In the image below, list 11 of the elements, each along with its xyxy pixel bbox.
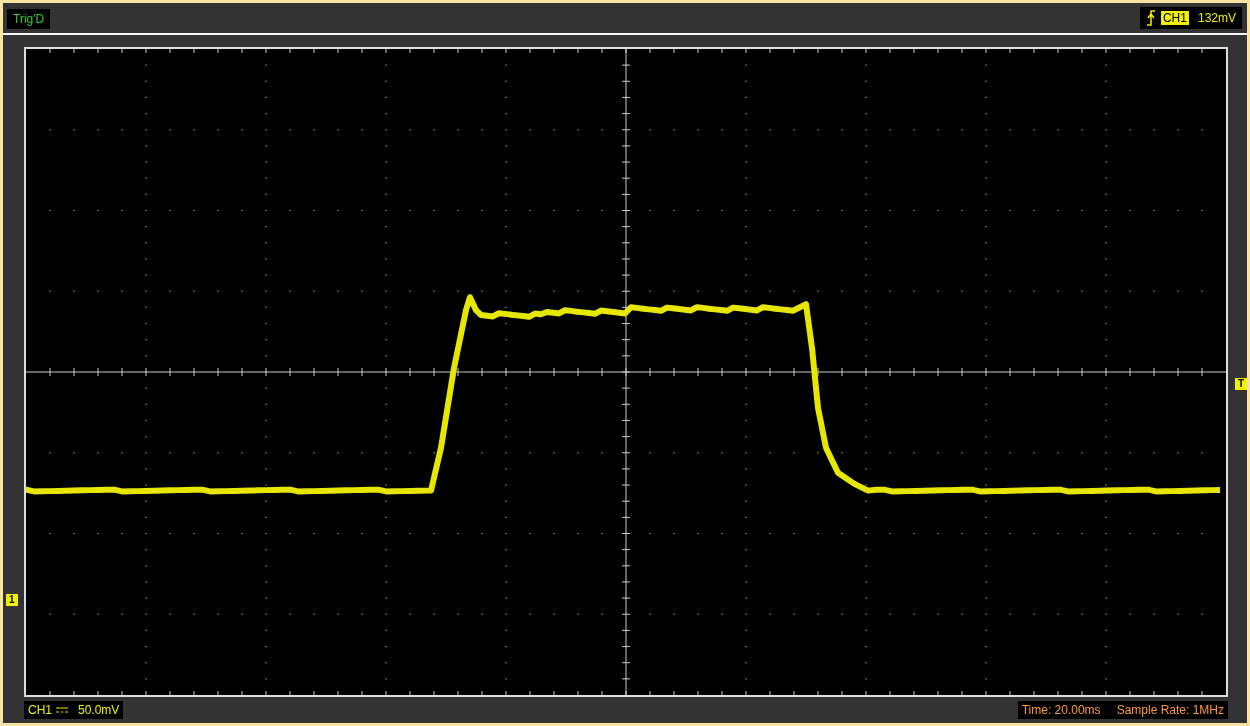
rising-edge-icon <box>1145 10 1156 26</box>
volts-per-division: 50.0mV <box>78 703 120 717</box>
trigger-status: Trig'D <box>7 9 51 29</box>
channel-marker[interactable]: 1 <box>6 594 18 606</box>
trigger-marker[interactable]: T <box>1234 378 1247 390</box>
timebase-value: Time: 20.00ms <box>1021 703 1101 717</box>
channel-label: CH1 <box>28 703 52 717</box>
channel-label: CH1 <box>1160 11 1189 25</box>
dc-coupling-icon <box>56 706 68 714</box>
sample-rate-value: Sample Rate: 1MHz <box>1116 703 1224 717</box>
trigger-level: 132mV <box>1197 11 1236 25</box>
